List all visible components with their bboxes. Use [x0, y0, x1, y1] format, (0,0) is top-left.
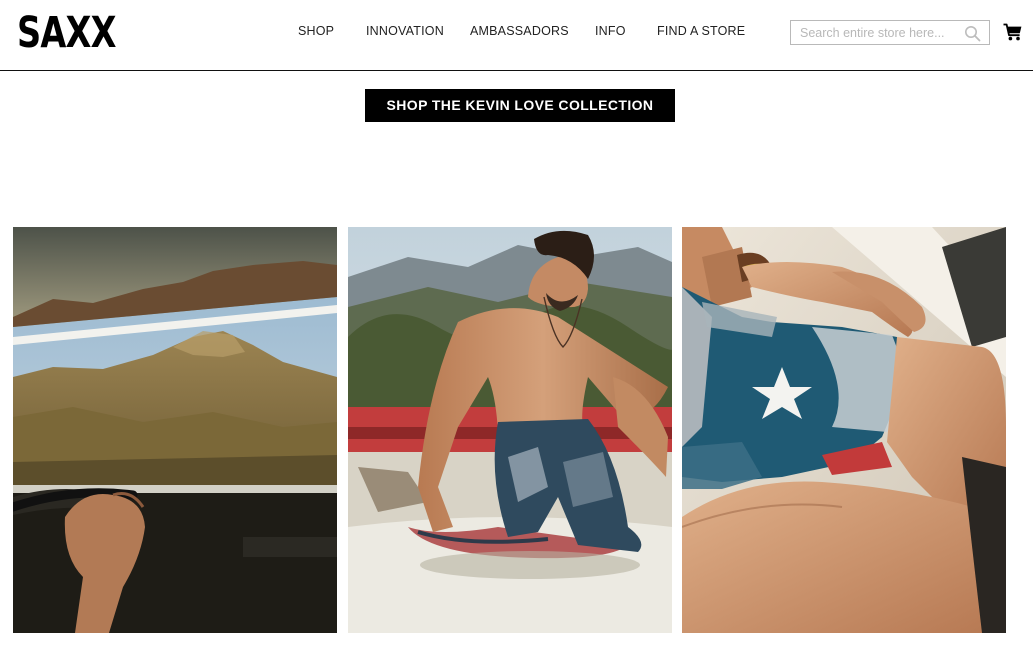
nav-info[interactable]: INFO: [595, 24, 626, 38]
cart-icon[interactable]: [1003, 23, 1022, 41]
desert-drive-photo[interactable]: [13, 227, 337, 633]
flag-boxer-closeup-image: [682, 227, 1006, 633]
flag-boxer-closeup-photo[interactable]: [682, 227, 1006, 633]
search-input[interactable]: [800, 25, 960, 41]
search-box: [790, 20, 990, 45]
search-icon[interactable]: [964, 25, 981, 42]
nav-innovation[interactable]: INNOVATION: [366, 24, 444, 38]
model-on-car-photo[interactable]: [348, 227, 672, 633]
saxx-logo[interactable]: SAXX: [17, 8, 116, 58]
nav-find-a-store[interactable]: FIND A STORE: [657, 24, 745, 38]
nav-shop[interactable]: SHOP: [298, 24, 334, 38]
desert-drive-image: [13, 227, 337, 633]
model-on-car-image: [348, 227, 672, 633]
nav-ambassadors[interactable]: AMBASSADORS: [470, 24, 569, 38]
shop-kevin-love-collection-button[interactable]: SHOP THE KEVIN LOVE COLLECTION: [365, 89, 675, 122]
site-header: SAXX SHOP INNOVATION AMBASSADORS INFO FI…: [0, 0, 1033, 71]
